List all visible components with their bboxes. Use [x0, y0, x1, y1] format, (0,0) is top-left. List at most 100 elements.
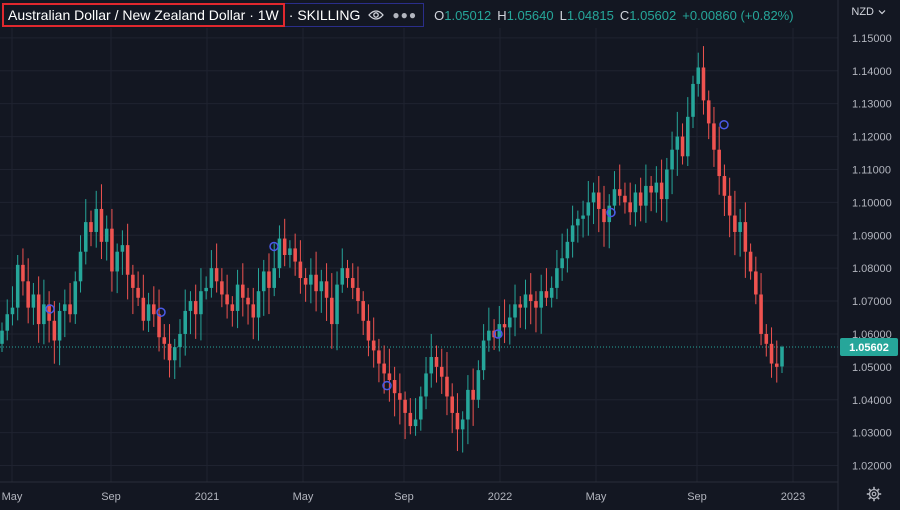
candle [188, 291, 193, 335]
candle-body [193, 301, 198, 315]
candle [633, 184, 638, 227]
candle-body [125, 245, 130, 275]
candle [665, 157, 669, 223]
candle-body [293, 248, 297, 262]
candle-body [89, 222, 93, 232]
candle-body [780, 347, 784, 367]
y-tick-label: 1.03000 [852, 428, 892, 440]
candle-body [508, 317, 512, 328]
candle [15, 255, 20, 321]
candle [706, 90, 711, 140]
candle-body [52, 320, 57, 341]
candle [68, 282, 72, 323]
candle [47, 291, 51, 343]
candle-body [21, 264, 25, 282]
candle-body [623, 195, 627, 203]
candle [424, 356, 428, 410]
candle-body [314, 274, 318, 292]
candle [413, 398, 418, 436]
candle-body [476, 370, 481, 400]
candle-body [769, 343, 774, 364]
candle-body [455, 412, 460, 430]
chart-area[interactable]: 1.15000 1.14000 1.13000 1.12000 1.11000 1.100… [0, 0, 900, 510]
candle [445, 352, 449, 416]
candle [183, 289, 188, 356]
candle [288, 240, 292, 268]
gear-icon[interactable] [866, 486, 882, 502]
y-tick-label: 1.07000 [852, 296, 892, 308]
currency-selector[interactable]: NZD [851, 6, 886, 18]
candle-body [172, 347, 177, 361]
candle-body [0, 330, 4, 344]
candle [659, 159, 664, 221]
last-price-label: 1.05602 [849, 342, 889, 354]
candle-body [235, 284, 240, 311]
more-options-icon[interactable]: ●●● [392, 8, 417, 22]
candle-body [528, 294, 533, 302]
candle [167, 324, 172, 378]
candle [335, 271, 339, 351]
candle-body [246, 297, 250, 305]
candle-body [162, 337, 167, 344]
candle-body [382, 363, 386, 374]
candle [63, 289, 67, 338]
candle-body [549, 287, 554, 298]
ohlc-high: H1.05640 [497, 7, 554, 23]
candle-body [413, 419, 418, 427]
candle [0, 322, 4, 353]
candle [743, 202, 748, 278]
symbol-title[interactable]: Australian Dollar / New Zealand Dollar ·… [2, 3, 285, 27]
candle [256, 268, 261, 341]
candle [377, 338, 381, 383]
candle [235, 269, 240, 329]
candle [42, 279, 46, 345]
candle [392, 366, 397, 417]
candle [612, 171, 617, 214]
x-axis: May Sep 2021 May Sep 2022 May Sep 2023 [0, 481, 838, 503]
x-tick-label: May [586, 491, 607, 503]
candle-body [398, 393, 402, 400]
candlestick-chart[interactable]: 1.15000 1.14000 1.13000 1.12000 1.11000 1.100… [0, 0, 900, 510]
candle [754, 256, 758, 305]
y-tick-label: 1.08000 [852, 263, 892, 275]
candle [544, 268, 549, 306]
candle [94, 190, 99, 248]
y-tick-label: 1.02000 [852, 461, 892, 473]
candle [528, 273, 533, 325]
candle-body [439, 366, 444, 377]
candle [277, 225, 282, 278]
candle-body [256, 291, 261, 318]
candle-body [361, 301, 365, 321]
candle [476, 360, 481, 408]
eye-icon[interactable] [368, 9, 385, 21]
candle-body [628, 202, 632, 213]
candle-body [57, 310, 62, 341]
candle [523, 279, 528, 330]
candle-body [230, 304, 235, 311]
candle [439, 348, 444, 394]
candle [638, 177, 643, 222]
candle-body [288, 248, 292, 255]
y-tick-label: 1.12000 [852, 132, 892, 144]
candle [131, 264, 135, 315]
candle [314, 251, 318, 312]
candle [178, 319, 182, 368]
candle [36, 276, 41, 343]
candle [141, 274, 146, 331]
candle-body [272, 268, 276, 288]
candle [152, 286, 156, 327]
candle-body [26, 281, 30, 308]
candle-body [5, 314, 10, 331]
candle-body [345, 268, 350, 279]
broker-label[interactable]: · SKILLING [289, 7, 361, 23]
candle-body [722, 176, 727, 196]
event-marker [156, 307, 166, 317]
candle [748, 243, 753, 280]
y-axis: 1.15000 1.14000 1.13000 1.12000 1.11000 1.100… [837, 0, 898, 510]
candle [408, 398, 413, 435]
candle [560, 233, 564, 281]
candle [298, 240, 303, 294]
candle [31, 282, 36, 325]
candle-body [110, 228, 114, 272]
candle-body [68, 304, 72, 315]
